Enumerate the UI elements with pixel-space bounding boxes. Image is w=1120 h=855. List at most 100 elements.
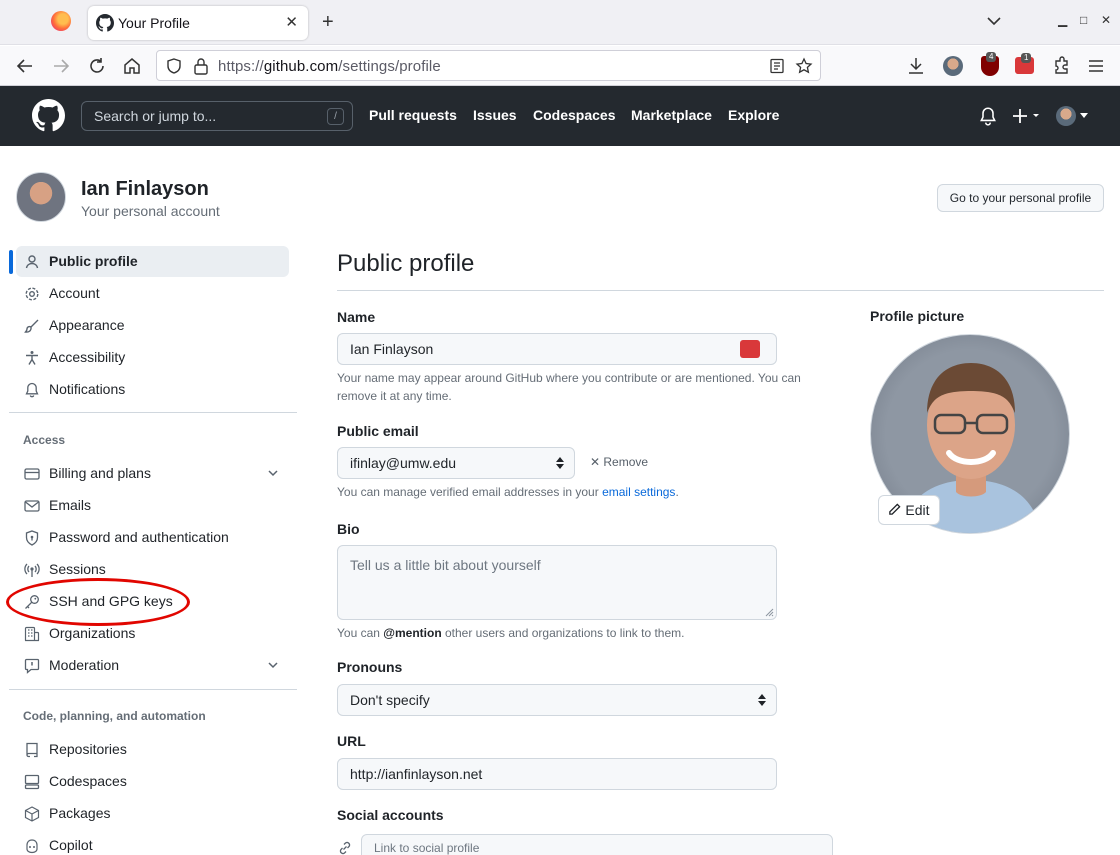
sidebar-item-account[interactable]: Account bbox=[16, 278, 289, 309]
nav-marketplace[interactable]: Marketplace bbox=[631, 107, 712, 123]
reload-icon[interactable] bbox=[86, 55, 108, 77]
title-divider bbox=[337, 290, 1104, 291]
new-tab-button[interactable]: + bbox=[322, 10, 334, 34]
bio-note: You can @mention other users and organiz… bbox=[337, 626, 685, 640]
social-profile-placeholder: Link to social profile bbox=[374, 841, 480, 855]
reader-view-icon[interactable] bbox=[769, 58, 785, 74]
sidebar-item-label: Appearance bbox=[49, 317, 125, 333]
pencil-icon bbox=[889, 503, 902, 515]
caret-down-icon[interactable] bbox=[1079, 113, 1089, 119]
window-close-icon[interactable]: ✕ bbox=[1101, 13, 1111, 27]
paintbrush-icon bbox=[24, 319, 39, 333]
sidebar-item-copilot[interactable]: Copilot bbox=[16, 830, 289, 855]
sidebar-item-billing[interactable]: Billing and plans bbox=[16, 458, 289, 489]
gear-icon bbox=[25, 287, 39, 301]
name-label: Name bbox=[337, 309, 376, 325]
email-settings-link[interactable]: email settings bbox=[602, 485, 675, 499]
sidebar-item-label: Account bbox=[49, 285, 100, 301]
repo-icon bbox=[26, 742, 38, 758]
github-logo-icon[interactable] bbox=[32, 99, 65, 132]
pronouns-value: Don't specify bbox=[350, 692, 430, 708]
account-avatar[interactable] bbox=[16, 172, 66, 222]
chevron-down-icon[interactable] bbox=[267, 659, 279, 671]
sidebar-item-moderation[interactable]: Moderation bbox=[16, 650, 289, 681]
public-email-select[interactable]: ifinlay@umw.edu bbox=[337, 447, 575, 479]
sidebar-item-codespaces[interactable]: Codespaces bbox=[16, 766, 289, 797]
download-icon[interactable] bbox=[905, 55, 927, 77]
github-header: Search or jump to... / Pull requests Iss… bbox=[0, 86, 1120, 146]
sidebar-item-password[interactable]: Password and authentication bbox=[16, 522, 289, 553]
account-subtitle: Your personal account bbox=[81, 203, 220, 219]
sidebar-item-appearance[interactable]: Appearance bbox=[16, 310, 289, 341]
forward-arrow-icon[interactable] bbox=[50, 55, 72, 77]
tracking-shield-icon[interactable] bbox=[165, 57, 183, 75]
back-arrow-icon[interactable] bbox=[14, 55, 36, 77]
browser-tab-bar: Your Profile ✕ + ▁ □ ✕ bbox=[0, 0, 1120, 45]
maximize-icon[interactable]: □ bbox=[1080, 13, 1087, 27]
url-value: http://ianfinlayson.net bbox=[350, 766, 483, 782]
firefox-account-avatar[interactable] bbox=[943, 56, 963, 76]
browser-tab[interactable]: Your Profile ✕ bbox=[88, 6, 308, 40]
sidebar-item-label: Moderation bbox=[49, 657, 120, 673]
url-input[interactable]: http://ianfinlayson.net bbox=[337, 758, 777, 790]
pronouns-select[interactable]: Don't specify bbox=[337, 684, 777, 716]
nav-issues[interactable]: Issues bbox=[473, 107, 517, 123]
lock-icon[interactable] bbox=[193, 57, 209, 75]
bell-icon[interactable] bbox=[979, 106, 997, 126]
sidebar-item-public-profile[interactable]: Public profile bbox=[16, 246, 289, 277]
link-icon bbox=[339, 841, 351, 855]
hamburger-menu-icon[interactable] bbox=[1085, 55, 1107, 77]
go-to-personal-profile-button[interactable]: Go to your personal profile bbox=[937, 184, 1104, 212]
sidebar-item-packages[interactable]: Packages bbox=[16, 798, 289, 829]
remove-email-button[interactable]: ✕ Remove bbox=[590, 455, 648, 469]
password-manager-icon[interactable]: 1 bbox=[1015, 53, 1034, 74]
sidebar-item-label: Repositories bbox=[49, 741, 127, 757]
sidebar-item-emails[interactable]: Emails bbox=[16, 490, 289, 521]
create-new-plus-icon[interactable] bbox=[1012, 106, 1042, 126]
select-arrows-icon bbox=[758, 694, 766, 706]
sidebar-item-label: Billing and plans bbox=[49, 465, 151, 481]
sidebar-item-repositories[interactable]: Repositories bbox=[16, 734, 289, 765]
nav-explore[interactable]: Explore bbox=[728, 107, 779, 123]
address-bar[interactable]: https://github.com/settings/profile bbox=[156, 50, 821, 81]
sidebar-item-notifications[interactable]: Notifications bbox=[16, 374, 289, 405]
sidebar-section-heading-code: Code, planning, and automation bbox=[23, 709, 206, 723]
tab-close-icon[interactable]: ✕ bbox=[285, 13, 298, 31]
sidebar-item-label: Emails bbox=[49, 497, 92, 513]
public-email-value: ifinlay@umw.edu bbox=[350, 455, 457, 471]
bio-textarea[interactable]: Tell us a little bit about yourself bbox=[337, 545, 777, 620]
email-note: You can manage verified email addresses … bbox=[337, 485, 679, 499]
resize-handle-icon[interactable] bbox=[765, 608, 774, 617]
minimize-icon[interactable]: ▁ bbox=[1058, 13, 1067, 27]
ublock-icon[interactable]: 4 bbox=[981, 52, 999, 76]
user-avatar-menu[interactable] bbox=[1056, 106, 1076, 126]
bookmark-star-icon[interactable] bbox=[795, 57, 813, 75]
browser-navigation-bar: https://github.com/settings/profile 4 1 bbox=[0, 46, 1120, 86]
nav-pull-requests[interactable]: Pull requests bbox=[369, 107, 457, 123]
sidebar-divider bbox=[9, 412, 297, 413]
name-input[interactable]: Ian Finlayson bbox=[337, 333, 777, 365]
password-manager-badge: 1 bbox=[1021, 53, 1032, 63]
chevron-down-icon[interactable] bbox=[267, 467, 279, 479]
account-name: Ian Finlayson bbox=[81, 178, 209, 200]
select-arrows-icon bbox=[556, 457, 564, 469]
nav-codespaces[interactable]: Codespaces bbox=[533, 107, 615, 123]
sidebar-item-label: Notifications bbox=[49, 381, 126, 397]
person-icon bbox=[25, 255, 39, 269]
copilot-icon bbox=[26, 839, 38, 854]
page-title: Public profile bbox=[337, 250, 475, 277]
search-input[interactable]: Search or jump to... / bbox=[81, 101, 353, 131]
extensions-icon[interactable] bbox=[1050, 55, 1072, 77]
social-profile-input[interactable]: Link to social profile bbox=[361, 834, 833, 855]
edit-picture-button[interactable]: Edit bbox=[878, 495, 940, 525]
home-icon[interactable] bbox=[121, 55, 143, 77]
url-text[interactable]: https://github.com/settings/profile bbox=[218, 58, 441, 75]
chevron-down-icon[interactable] bbox=[986, 13, 1002, 29]
social-accounts-label: Social accounts bbox=[337, 807, 444, 823]
bio-label: Bio bbox=[337, 521, 360, 537]
shield-icon bbox=[25, 530, 39, 546]
sidebar-section-heading-access: Access bbox=[23, 433, 66, 447]
password-manager-field-icon[interactable] bbox=[740, 340, 760, 358]
pronouns-label: Pronouns bbox=[337, 659, 403, 675]
sidebar-item-accessibility[interactable]: Accessibility bbox=[16, 342, 289, 373]
